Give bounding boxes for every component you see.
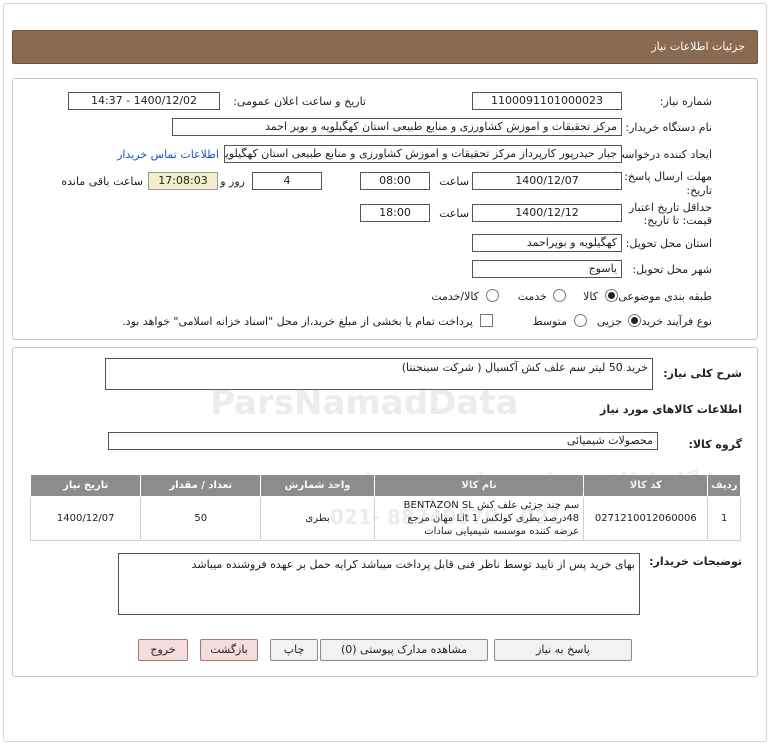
col-date: تاریخ نیاز <box>29 474 142 497</box>
summary-label: شرح کلی نیاز: <box>663 367 742 380</box>
deadline-label: مهلت ارسال پاسخ: تا <box>614 170 712 183</box>
validity-label: حداقل تاریخ اعتبار <box>628 201 712 214</box>
creator-field: جبار حیدرپور کارپرداز مرکز تحقیقات و امو… <box>224 145 622 163</box>
purchase-medium-radio[interactable] <box>574 314 587 327</box>
cell-unit: بطری <box>260 496 375 541</box>
purchase-minor-label: جزیی <box>596 315 622 328</box>
exit-button[interactable]: خروج <box>138 639 188 661</box>
col-code: کد کالا <box>583 474 709 497</box>
remaining-time-field: 17:08:03 <box>148 172 218 190</box>
buyer-org-field: مرکز تحقیقات و اموزش کشاورزی و منابع طبی… <box>172 118 622 136</box>
creator-label: ایجاد کننده درخواست: <box>610 148 712 161</box>
col-name: نام کالا <box>373 474 585 497</box>
validity-time-field: 18:00 <box>360 204 430 222</box>
purchase-minor-radio[interactable] <box>628 314 641 327</box>
deadline-date-field: 1400/12/07 <box>472 172 622 190</box>
category-label: طبقه بندی موضوعی: <box>614 290 712 303</box>
cell-name: سم چند جزئی علف کش BENTAZON SL 48درصد بط… <box>373 496 585 541</box>
cell-date: 1400/12/07 <box>29 496 142 541</box>
city-field: یاسوج <box>472 260 622 278</box>
buyer-notes-field: بهای خرید پس از تایید توسط ناظر فنی قابل… <box>118 553 640 615</box>
category-goods-label: کالا <box>583 290 598 303</box>
deadline-time-field: 08:00 <box>360 172 430 190</box>
col-qty: تعداد / مقدار <box>140 474 262 497</box>
category-both-label: کالا/خدمت <box>431 290 479 303</box>
days-label: روز و <box>220 175 245 188</box>
province-label: استان محل تحویل: <box>625 237 712 250</box>
validity-date-label: قیمت: تا تاریخ: <box>643 214 712 227</box>
category-goods-radio[interactable] <box>605 289 618 302</box>
treasury-note: پرداخت تمام یا بخشی از مبلغ خرید،از محل … <box>122 315 473 328</box>
back-button[interactable]: بازگشت <box>200 639 258 661</box>
validity-hour-label: ساعت <box>439 207 469 220</box>
attachments-button[interactable]: مشاهده مدارک پیوستی (0) <box>320 639 488 661</box>
category-service-radio[interactable] <box>553 289 566 302</box>
items-table-header: ردیف کد کالا نام کالا واحد شمارش تعداد /… <box>29 474 741 497</box>
page-title: جزئیات اطلاعات نیاز <box>651 40 745 53</box>
remaining-label: ساعت باقی مانده <box>61 175 143 188</box>
col-unit: واحد شمارش <box>260 474 375 497</box>
items-table: ردیف کد کالا نام کالا واحد شمارش تعداد /… <box>29 474 741 541</box>
purchase-type-label: نوع فرآیند خرید : <box>634 315 712 328</box>
validity-date-field: 1400/12/12 <box>472 204 622 222</box>
need-number-field: 1100091101000023 <box>472 92 622 110</box>
buyer-org-label: نام دستگاه خریدار: <box>625 121 712 134</box>
days-field: 4 <box>252 172 322 190</box>
cell-code: 0271210012060006 <box>583 496 709 541</box>
purchase-medium-label: متوسط <box>532 315 567 328</box>
table-row: 1 0271210012060006 سم چند جزئی علف کش BE… <box>29 496 741 541</box>
goods-info-title: اطلاعات کالاهای مورد نیاز <box>600 403 742 416</box>
treasury-checkbox[interactable] <box>480 314 493 327</box>
header-bar: جزئیات اطلاعات نیاز <box>12 30 758 64</box>
contact-info-link[interactable]: اطلاعات تماس خریدار <box>117 148 219 161</box>
deadline-date-label: تاریخ: <box>686 184 712 197</box>
group-field: محصولات شیمیائی <box>108 432 658 450</box>
deadline-hour-label: ساعت <box>439 175 469 188</box>
need-number-label: شماره نیاز: <box>659 95 712 108</box>
group-label: گروه کالا: <box>688 438 742 451</box>
buyer-notes-label: توضیحات خریدار: <box>649 555 742 568</box>
col-index: ردیف <box>707 474 741 497</box>
category-both-radio[interactable] <box>486 289 499 302</box>
announce-label: تاریخ و ساعت اعلان عمومی: <box>233 95 366 108</box>
announce-field: 1400/12/02 - 14:37 <box>68 92 220 110</box>
city-label: شهر محل تحویل: <box>632 263 712 276</box>
province-field: کهگیلویه و بویراحمد <box>472 234 622 252</box>
summary-field: خرید 50 لیتر سم علف کش آکسیال ( شرکت سین… <box>105 358 653 390</box>
reply-button[interactable]: پاسخ به نیاز <box>494 639 632 661</box>
cell-qty: 50 <box>140 496 262 541</box>
print-button[interactable]: چاپ <box>270 639 318 661</box>
category-service-label: خدمت <box>517 290 547 303</box>
cell-index: 1 <box>707 496 741 541</box>
